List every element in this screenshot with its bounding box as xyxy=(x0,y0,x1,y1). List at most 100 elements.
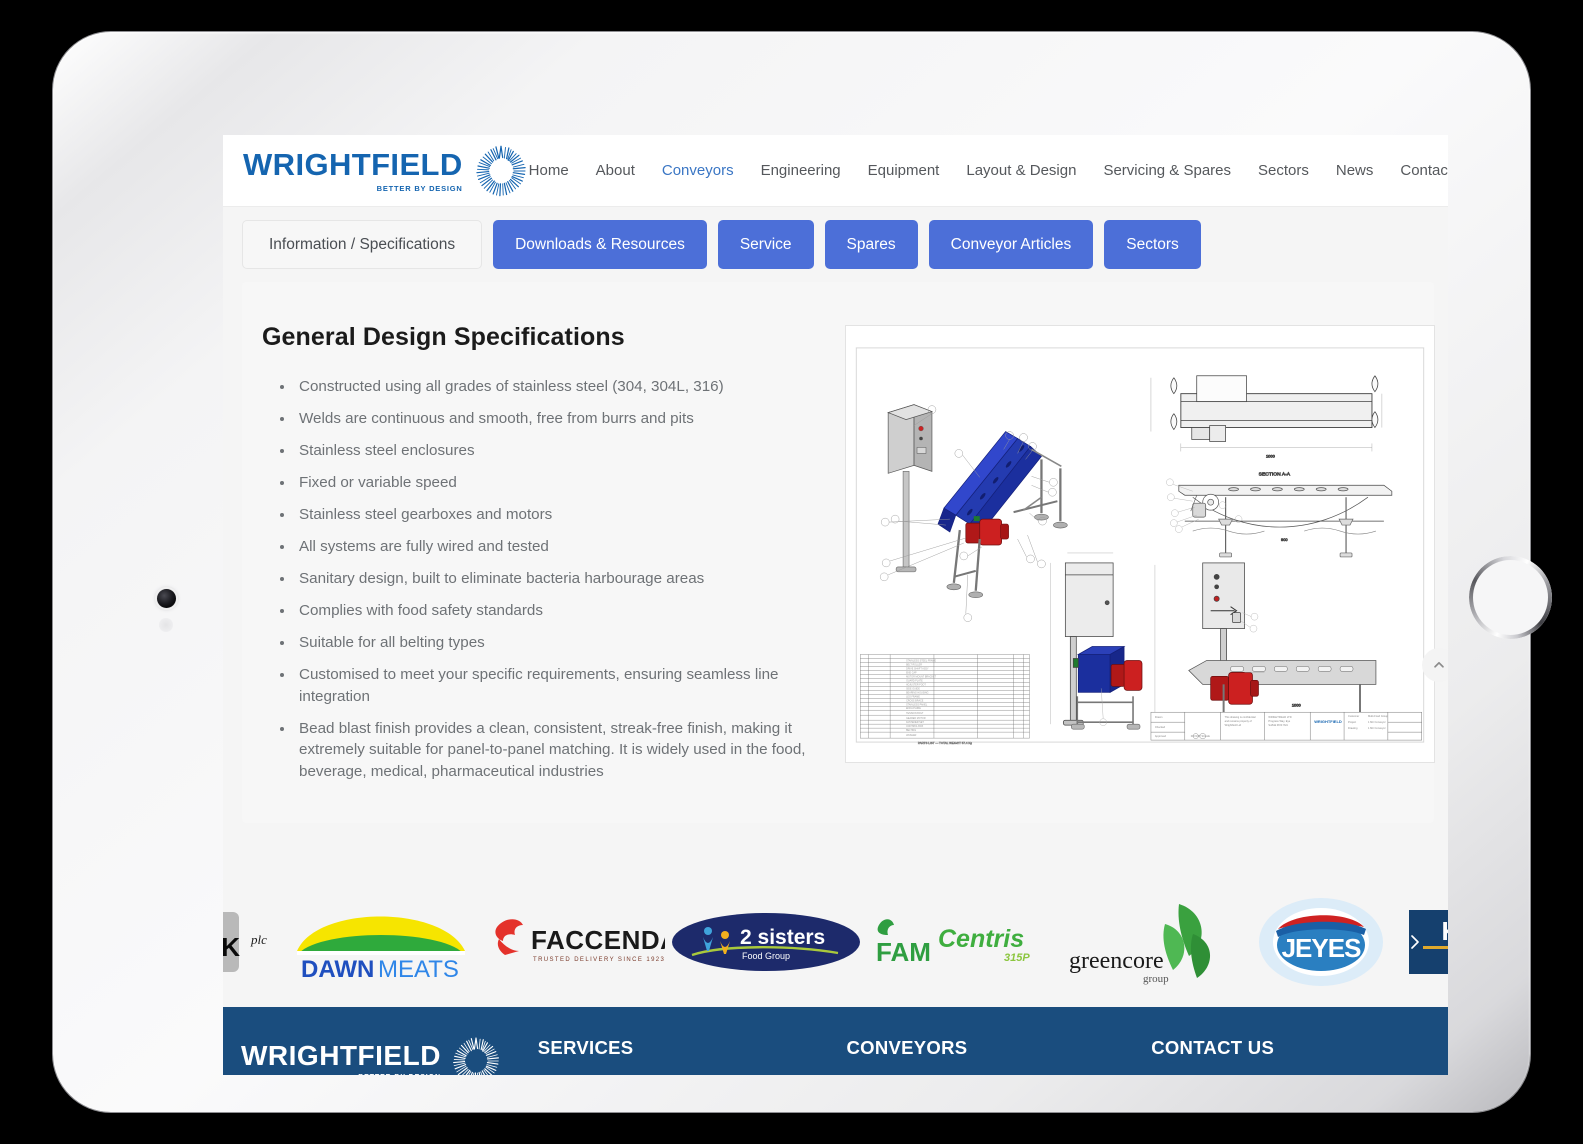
list-item: Sanitary design, built to eliminate bact… xyxy=(295,568,839,590)
svg-text:Customer: Customer xyxy=(1348,714,1359,718)
scroll-to-top-button[interactable] xyxy=(1422,648,1448,682)
footer-logo-wordmark: WRIGHTFIELD xyxy=(241,1039,441,1071)
list-item: Customised to meet your specific require… xyxy=(295,664,839,707)
svg-text:Drawn: Drawn xyxy=(1155,715,1163,719)
site-footer: WRIGHTFIELD BETTER BY DESIGN xyxy=(223,1007,1448,1075)
section-label: SECTION A-A xyxy=(1259,471,1291,477)
tab-downloads-resources[interactable]: Downloads & Resources xyxy=(493,220,707,269)
svg-text:LEG FRAME: LEG FRAME xyxy=(906,695,920,698)
nav-item-home[interactable]: Home xyxy=(529,162,569,179)
chevron-up-icon xyxy=(1434,661,1444,668)
page-title: General Design Specifications xyxy=(262,323,625,351)
nav-item-servicing-spares[interactable]: Servicing & Spares xyxy=(1103,162,1231,179)
svg-text:STAINLESS STEEL FRAME: STAINLESS STEEL FRAME xyxy=(906,659,936,662)
home-button[interactable] xyxy=(1469,556,1552,639)
svg-text:WASHER: WASHER xyxy=(906,734,917,737)
svg-text:VICK: VICK xyxy=(223,932,240,962)
svg-text:BELTING: BELTING xyxy=(906,729,916,732)
carousel-next-button[interactable] xyxy=(1400,927,1430,957)
svg-text:GUARD PLATE: GUARD PLATE xyxy=(906,679,923,682)
client-logo-carousel: VICK plc pasta DAWN MEATS xyxy=(223,877,1448,1008)
site-logo-tagline: BETTER BY DESIGN xyxy=(376,183,463,193)
main-navigation: Home About Conveyors Engineering Equipme… xyxy=(529,160,1448,182)
logo-fam-centris[interactable]: FAM Centris 315P xyxy=(866,894,1056,990)
tab-service[interactable]: Service xyxy=(717,220,814,269)
svg-text:Checked: Checked xyxy=(1155,725,1166,729)
svg-text:900: 900 xyxy=(1281,537,1288,542)
tab-conveyor-articles[interactable]: Conveyor Articles xyxy=(928,220,1094,269)
list-item: Stainless steel enclosures xyxy=(295,440,839,462)
specifications-panel: General Design Specifications Constructe… xyxy=(242,282,1448,824)
tablet-screen: WRIGHTFIELD BETTER BY DESIGN Home About … xyxy=(223,135,1448,1075)
front-camera-icon xyxy=(157,589,176,608)
footer-heading-contact: CONTACT US xyxy=(1151,1037,1275,1059)
conveyor-technical-drawing[interactable]: 1000 SECTION A-A 900 1000 STAINLESS STEE… xyxy=(845,325,1436,763)
nav-item-about[interactable]: About xyxy=(596,162,635,179)
svg-text:ENCLOSURE: ENCLOSURE xyxy=(906,707,921,710)
svg-text:BEARING HOUSING: BEARING HOUSING xyxy=(906,691,929,694)
logo-jeyes[interactable]: JEYES xyxy=(1241,894,1401,990)
list-item: Stainless steel gearboxes and motors xyxy=(295,504,839,526)
specifications-list: Constructed using all grades of stainles… xyxy=(295,376,839,783)
logo-vick-plc[interactable]: VICK plc pasta xyxy=(223,894,281,990)
svg-text:CROSS BRACE: CROSS BRACE xyxy=(906,699,924,702)
technical-drawing-svg: 1000 SECTION A-A 900 1000 STAINLESS STEE… xyxy=(846,326,1434,762)
list-item: Welds are continuous and smooth, free fr… xyxy=(295,408,839,430)
site-logo-wordmark: WRIGHTFIELD xyxy=(243,146,463,182)
tab-information-specifications[interactable]: Information / Specifications xyxy=(242,220,483,269)
logo-dawn-meats[interactable]: DAWN MEATS xyxy=(281,894,481,990)
svg-text:This drawing is confidential: This drawing is confidential xyxy=(1225,715,1256,719)
list-item: Bead blast finish provides a clean, cons… xyxy=(295,718,839,783)
footer-logo-tagline: BETTER BY DESIGN xyxy=(241,1074,441,1075)
nav-item-layout-design[interactable]: Layout & Design xyxy=(966,162,1076,179)
title-block: WRIGHTFIELD WRIGHTFIELD LTD Progress Way… xyxy=(1150,711,1422,741)
svg-text:1000: 1000 xyxy=(1292,702,1302,707)
logo-2-sisters-food-group[interactable]: 2 sisters Food Group xyxy=(666,894,866,990)
logo-greencore-group[interactable]: greencore group xyxy=(1056,894,1241,990)
tab-strip: Information / Specifications Downloads &… xyxy=(223,207,1448,269)
footer-column-conveyors: CONVEYORS Conveyor Belt Type Conveyor Sy… xyxy=(846,1035,1151,1075)
svg-text:315P: 315P xyxy=(1004,952,1030,964)
svg-text:FACCENDA: FACCENDA xyxy=(531,925,665,955)
svg-text:MOTOR MOUNT BRACKET: MOTOR MOUNT BRACKET xyxy=(906,675,937,678)
svg-text:PARTS LIST — TOTAL WEIGHT 57.4: PARTS LIST — TOTAL WEIGHT 57.4 Kg xyxy=(918,741,972,745)
nav-item-equipment[interactable]: Equipment xyxy=(868,162,940,179)
svg-text:1000: 1000 xyxy=(1266,453,1276,458)
site-logo[interactable]: WRIGHTFIELD BETTER BY DESIGN xyxy=(243,143,529,199)
logo-faccenda[interactable]: FACCENDA TRUSTED DELIVERY SINCE 1923 xyxy=(481,894,666,990)
svg-text:greencore: greencore xyxy=(1069,948,1164,974)
svg-text:Wrightfield Ltd: Wrightfield Ltd xyxy=(1225,723,1242,727)
nav-item-news[interactable]: News xyxy=(1336,162,1374,179)
nav-item-conveyors[interactable]: Conveyors xyxy=(662,162,734,179)
footer-logo[interactable]: WRIGHTFIELD BETTER BY DESIGN xyxy=(241,1035,538,1075)
list-item: Suitable for all belting types xyxy=(295,632,839,654)
svg-text:FAM: FAM xyxy=(876,937,931,967)
drawing-column: 1000 SECTION A-A 900 1000 STAINLESS STEE… xyxy=(845,310,1448,793)
nav-item-sectors[interactable]: Sectors xyxy=(1258,162,1309,179)
bill-of-materials-table: STAINLESS STEEL FRAME BELT ROLLER DRIVE … xyxy=(860,654,1030,745)
nav-item-engineering[interactable]: Engineering xyxy=(761,162,841,179)
svg-text:CONTROL BOX: CONTROL BOX xyxy=(906,725,924,728)
tab-spares[interactable]: Spares xyxy=(824,220,918,269)
site-logo-text: WRIGHTFIELD BETTER BY DESIGN xyxy=(243,149,463,193)
svg-text:2 sisters: 2 sisters xyxy=(740,926,825,949)
svg-text:Suffolk IP23 7HU: Suffolk IP23 7HU xyxy=(1268,723,1288,727)
list-item: Fixed or variable speed xyxy=(295,472,839,494)
svg-text:TRUSTED DELIVERY SINCE 1923: TRUSTED DELIVERY SINCE 1923 xyxy=(533,957,665,963)
tab-sectors[interactable]: Sectors xyxy=(1104,220,1201,269)
list-item: All systems are fully wired and tested xyxy=(295,536,839,558)
footer-brand: WRIGHTFIELD BETTER BY DESIGN xyxy=(241,1035,538,1075)
nav-item-contact[interactable]: Contact xyxy=(1400,162,1448,179)
svg-text:Approved: Approved xyxy=(1155,734,1167,738)
starburst-logo-icon xyxy=(475,145,526,196)
footer-heading-conveyors: CONVEYORS xyxy=(846,1037,968,1059)
svg-text:Drawing: Drawing xyxy=(1348,726,1358,730)
svg-text:and remains property of: and remains property of xyxy=(1225,719,1253,723)
svg-text:1 Mtr Conveyor: 1 Mtr Conveyor xyxy=(1368,726,1386,730)
specifications-text-column: General Design Specifications Constructe… xyxy=(242,310,839,793)
svg-text:Food Group: Food Group xyxy=(742,951,790,961)
list-item: Constructed using all grades of stainles… xyxy=(295,376,839,398)
title-block-brand: WRIGHTFIELD xyxy=(1314,719,1342,724)
svg-text:DAWN: DAWN xyxy=(301,956,374,983)
svg-text:group: group xyxy=(1143,973,1169,985)
